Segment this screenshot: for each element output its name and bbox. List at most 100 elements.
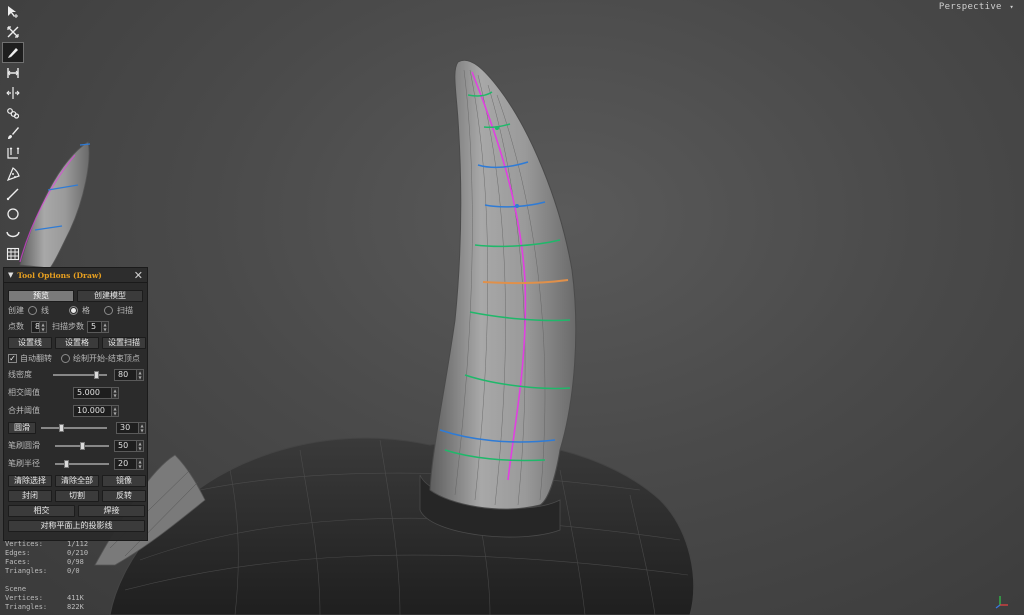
left-toolbar — [2, 2, 24, 264]
draw-pen-icon — [8, 48, 18, 59]
intersect-threshold-input[interactable]: 5.000 ▲ ▼ — [73, 386, 119, 399]
merge-threshold-value: 10.000 — [77, 406, 105, 415]
intersect-threshold-value: 5.000 — [77, 388, 100, 397]
tool-slice[interactable] — [2, 164, 24, 184]
stepper-arrows-icon[interactable]: ▲ ▼ — [138, 422, 145, 433]
create-label: 创建 — [8, 306, 24, 315]
stepper-arrows-icon[interactable]: ▲ ▼ — [111, 387, 118, 398]
slider-thumb[interactable] — [80, 441, 85, 450]
line-density-input[interactable]: 80 ▲ ▼ — [114, 368, 144, 381]
draw-start-end-radio[interactable] — [61, 354, 70, 363]
brush-radius-value: 20 — [118, 459, 129, 468]
camera-mode-dropdown[interactable]: Perspective ▾ — [939, 2, 1014, 12]
tool-scale[interactable] — [2, 143, 24, 163]
smooth-input[interactable]: 30 ▲ ▼ — [116, 421, 146, 434]
sweep-steps-value: 5 — [91, 322, 97, 331]
brush-radius-label: 笔刷半径 — [8, 459, 40, 468]
mirror-button[interactable]: 镜像 — [102, 474, 146, 487]
radio-sweep[interactable] — [104, 306, 113, 315]
line-density-slider[interactable] — [53, 370, 107, 379]
transform-cross-icon — [7, 26, 19, 38]
tab-preview[interactable]: 预览 — [8, 289, 74, 302]
slider-thumb[interactable] — [94, 370, 100, 379]
set-sweep-button[interactable]: 设置扫描 — [102, 336, 146, 349]
merge-threshold-label: 合并阈值 — [8, 406, 40, 415]
stepper-arrows-icon[interactable]: ▲ ▼ — [136, 369, 143, 380]
smooth-button[interactable]: 圆滑 — [8, 421, 36, 434]
auto-flip-checkbox[interactable]: ✓ — [8, 354, 17, 363]
clear-selection-button[interactable]: 清除选择 — [8, 474, 52, 487]
stepper-arrows-icon[interactable]: ▲ ▼ — [101, 321, 108, 332]
brush-smooth-value: 50 — [118, 441, 129, 450]
set-grid-button[interactable]: 设置格 — [55, 336, 99, 349]
left-horn — [19, 141, 90, 269]
stepper-arrows-icon[interactable]: ▲ ▼ — [111, 405, 118, 416]
stepper-arrows-icon[interactable]: ▲ ▼ — [136, 458, 143, 469]
symmetry-projection-button[interactable]: 对称平面上的投影线 — [8, 519, 145, 532]
tool-link[interactable] — [2, 103, 24, 123]
smooth-slider[interactable] — [41, 423, 107, 432]
radio-line-label: 线 — [41, 306, 49, 315]
circle-icon — [7, 208, 19, 220]
weld-button[interactable]: 焊接 — [78, 504, 145, 517]
scene-render — [19, 59, 695, 615]
scene-label: Scene — [5, 585, 27, 593]
link-chain-icon — [7, 108, 20, 119]
select-arrow-icon — [8, 6, 18, 19]
stat-row: Vertices: 1/112 — [5, 540, 89, 548]
camera-mode-label: Perspective — [938, 2, 1002, 12]
panel-header: ▼ Tool Options (Draw) ✕ — [4, 268, 147, 283]
tool-options-panel: ▼ Tool Options (Draw) ✕ 预览 创建模型 创建 线 格 扫… — [3, 267, 148, 541]
merge-threshold-input[interactable]: 10.000 ▲ ▼ — [73, 404, 119, 417]
tool-arc[interactable] — [2, 224, 24, 244]
close-shape-button[interactable]: 封闭 — [8, 489, 52, 502]
brush-icon — [8, 127, 19, 140]
stat-row: Edges: 0/210 — [5, 549, 89, 557]
brush-smooth-slider[interactable] — [55, 441, 109, 450]
tool-grid[interactable] — [2, 244, 24, 264]
tab-create-model[interactable]: 创建模型 — [77, 289, 143, 302]
move-split-icon — [6, 86, 20, 99]
tool-measure[interactable] — [2, 63, 24, 83]
slider-thumb[interactable] — [58, 423, 64, 432]
stepper-arrows-icon[interactable]: ▲ ▼ — [136, 440, 143, 451]
viewport-3d[interactable] — [0, 0, 1024, 615]
arc-icon — [6, 231, 20, 238]
collapse-triangle-icon[interactable]: ▼ — [8, 271, 13, 279]
measure-icon — [7, 67, 19, 78]
slider-thumb[interactable] — [63, 459, 69, 468]
reverse-button[interactable]: 反转 — [102, 489, 146, 502]
draw-start-end-label: 绘制开始-结束顶点 — [73, 354, 140, 363]
head-mesh — [109, 437, 695, 615]
sweep-steps-label: 扫描步数 — [52, 322, 84, 331]
stats-overlay: Vertices: 1/112 Edges: 0/210 Faces: 0/98 Tr… — [5, 540, 88, 612]
intersect-threshold-label: 相交阈值 — [8, 388, 40, 397]
chevron-down-icon: ▾ — [1009, 3, 1014, 11]
pizza-slice-icon — [6, 166, 20, 181]
scale-frame-icon — [7, 147, 20, 160]
stat-row: Faces: 0/98 — [5, 558, 84, 566]
radio-line[interactable] — [28, 306, 37, 315]
knife-line-icon — [6, 188, 19, 200]
clear-all-button[interactable]: 清除全部 — [55, 474, 99, 487]
close-icon[interactable]: ✕ — [134, 269, 143, 282]
brush-radius-input[interactable]: 20 ▲ ▼ — [114, 457, 144, 470]
brush-smooth-input[interactable]: 50 ▲ ▼ — [114, 439, 144, 452]
tool-transform[interactable] — [2, 22, 24, 42]
radio-grid[interactable] — [69, 306, 78, 315]
sweep-steps-stepper[interactable]: 5 ▲ ▼ — [87, 320, 109, 333]
tool-brush[interactable] — [2, 123, 24, 143]
tool-move-split[interactable] — [2, 83, 24, 103]
set-line-button[interactable]: 设置线 — [8, 336, 52, 349]
cut-button[interactable]: 切割 — [55, 489, 99, 502]
tool-draw[interactable] — [2, 42, 24, 63]
tool-knife[interactable] — [2, 184, 24, 204]
tool-select[interactable] — [2, 2, 24, 22]
axis-gizmo-icon — [995, 596, 1008, 609]
points-stepper[interactable]: 8 ▲ ▼ — [31, 320, 47, 333]
tool-circle[interactable] — [2, 204, 24, 224]
stepper-arrows-icon[interactable]: ▲ ▼ — [39, 321, 46, 332]
intersect-button[interactable]: 相交 — [8, 504, 75, 517]
radio-sweep-label: 扫描 — [117, 306, 133, 315]
brush-radius-slider[interactable] — [55, 459, 109, 468]
